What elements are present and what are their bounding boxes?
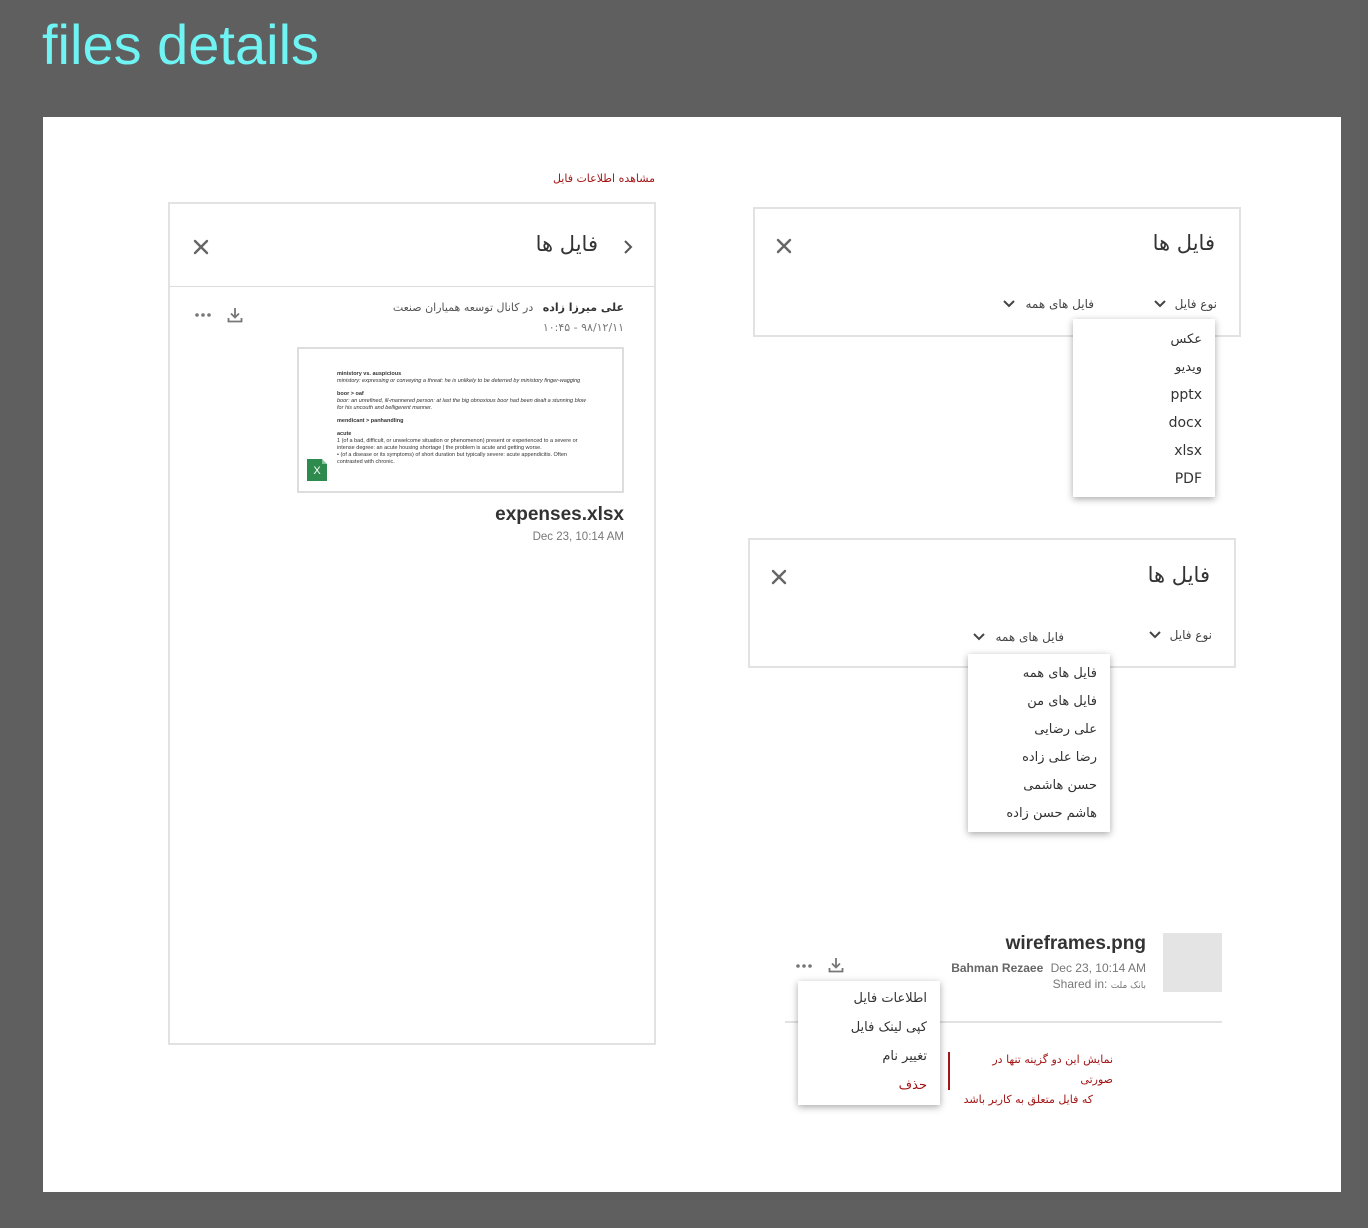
menu-item-all-files[interactable]: فایل های همه [1023,666,1097,681]
preview-line: • (of a disease or its symptoms) of shor… [337,452,567,465]
shared-in-label: Shared in: [1052,977,1108,991]
file-preview[interactable]: ministory vs. auspicious ministory: expr… [297,347,624,493]
filter-panel-sender: فایل ها نوع فایل فایل های همه [748,538,1236,668]
panel-title: فایل ها [535,232,598,256]
file-type-dropdown[interactable]: نوع فایل [1148,628,1212,643]
file-context-menu: اطلاعات فایل کپی لینک فایل تغییر نام حذف [798,981,940,1105]
message-datetime: ۹۸/۱۲/۱۱ - ۱۰:۴۵ [542,321,624,334]
menu-item-rename[interactable]: تغییر نام [882,1049,927,1064]
preview-line: boor > oaf [337,391,364,397]
sender-label: فایل های همه [1025,297,1094,311]
note-line: نمایش این دو گزینه تنها در صورتی [992,1053,1113,1086]
menu-item-my-files[interactable]: فایل های من [1027,694,1097,709]
close-icon[interactable] [192,238,212,258]
shared-in: Shared in: بانک ملت [1053,977,1146,991]
download-icon[interactable] [827,956,845,978]
note-marker [948,1052,950,1090]
sender-dropdown[interactable]: فایل های همه [972,630,1064,645]
sender-name: علی میرزا زاده [542,301,624,314]
preview-line: ministory: expressing or conveying a thr… [337,378,581,384]
note-line: که فایل متعلق به کاربر باشد [963,1093,1093,1106]
file-type-label: نوع فایل [1169,628,1212,642]
preview-line: ministory vs. auspicious [337,371,402,377]
preview-line: 1 (of a bad, difficult, or unwelcome sit… [337,438,578,451]
file-name[interactable]: wireframes.png [1006,933,1146,955]
file-meta: Bahman Rezaee Dec 23, 10:14 AM [951,961,1146,975]
menu-item-user[interactable]: علی رضایی [1034,722,1097,737]
more-horizontal-icon[interactable] [194,307,212,326]
page-title: files details [42,13,320,76]
ownership-note: نمایش این دو گزینه تنها در صورتی که فایل… [958,1050,1113,1110]
sender-label: فایل های همه [995,630,1064,644]
filter-panel-file-type: فایل ها نوع فایل فایل های همه [753,207,1241,337]
channel-text: در کانال توسعه همیاران صنعت [392,301,534,314]
menu-item-video[interactable]: ویدیو [1175,360,1202,375]
menu-item-delete[interactable]: حذف [899,1078,927,1093]
menu-item-user[interactable]: حسن هاشمی [1023,778,1097,793]
file-type-menu: عکس ویدیو pptx docx xlsx PDF [1073,319,1215,497]
chevron-down-icon [972,631,986,645]
author-name: Bahman Rezaee [951,961,1044,975]
view-info-annotation: مشاهده اطلاعات فایل [552,172,655,185]
menu-item-user[interactable]: رضا علی زاده [1022,750,1097,765]
divider [170,286,654,287]
shared-in-value: بانک ملت [1110,981,1146,991]
file-type-label: نوع فایل [1174,297,1217,311]
close-icon[interactable] [770,568,790,588]
menu-item-docx[interactable]: docx [1169,415,1202,431]
sender-dropdown[interactable]: فایل های همه [1002,297,1094,312]
file-details-panel: فایل ها علی میرزا زاده در کانال توسعه هم… [168,202,656,1045]
menu-item-pdf[interactable]: PDF [1175,471,1202,487]
panel-title: فایل ها [1152,231,1215,255]
file-date: Dec 23, 10:14 AM [532,531,624,543]
menu-item-user[interactable]: هاشم حسن زاده [1006,806,1097,821]
menu-item-copy-link[interactable]: کپی لینک فایل [851,1020,927,1035]
menu-item-file-info[interactable]: اطلاعات فایل [854,991,927,1006]
close-icon[interactable] [775,237,795,257]
file-thumbnail[interactable] [1163,933,1222,992]
sender-menu: فایل های همه فایل های من علی رضایی رضا ع… [968,654,1110,832]
preview-line: mendicant > panhandling [337,418,404,424]
panel-title: فایل ها [1147,563,1210,587]
preview-line: boor: an unrefined, ill-mannered person:… [337,398,586,411]
message-meta: علی میرزا زاده در کانال توسعه همیاران صن… [393,301,624,314]
menu-item-photo[interactable]: عکس [1170,332,1202,347]
chevron-down-icon [1153,298,1167,312]
file-type-dropdown[interactable]: نوع فایل [1153,297,1217,312]
chevron-down-icon [1148,629,1162,643]
file-date: Dec 23, 10:14 AM [1050,961,1146,975]
more-horizontal-icon[interactable] [795,958,813,977]
chevron-down-icon [1002,298,1016,312]
excel-file-icon: X [307,459,327,481]
menu-item-xlsx[interactable]: xlsx [1174,443,1202,459]
chevron-right-icon[interactable] [622,238,634,260]
file-name[interactable]: expenses.xlsx [495,504,624,526]
menu-item-pptx[interactable]: pptx [1170,387,1202,403]
preview-line: acute [337,431,352,437]
download-icon[interactable] [226,306,244,328]
canvas: مشاهده اطلاعات فایل فایل ها علی میرزا زا… [43,117,1341,1192]
